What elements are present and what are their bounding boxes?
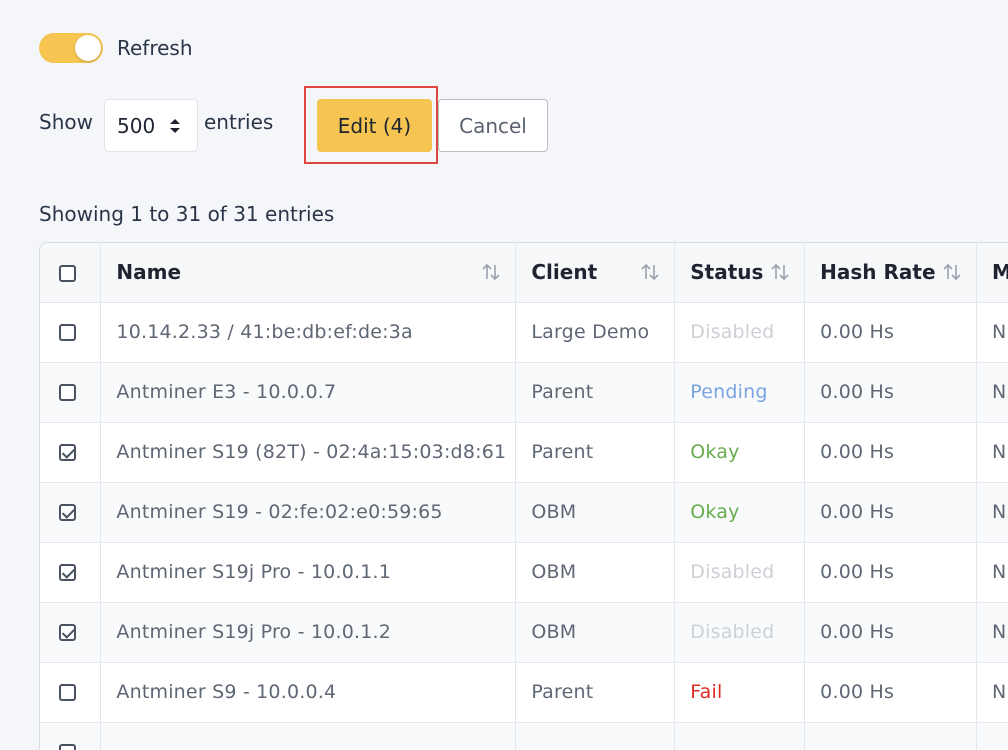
cell-status: [674, 722, 806, 750]
row-select-cell: [40, 662, 102, 723]
cell-client: [515, 722, 676, 750]
row-select-cell: [40, 302, 102, 363]
row-checkbox[interactable]: [59, 684, 76, 701]
column-header-client[interactable]: Client: [515, 243, 676, 303]
table-row[interactable]: [40, 722, 1008, 750]
cell-hash-rate: 0.00 Hs: [804, 542, 978, 603]
row-checkbox[interactable]: [59, 324, 76, 341]
cell-client: OBM: [515, 602, 676, 663]
cell-name: Antminer S19j Pro - 10.0.1.1: [100, 542, 517, 603]
sort-icon: [641, 263, 659, 281]
row-checkbox[interactable]: [59, 504, 76, 521]
column-header-name[interactable]: Name: [100, 243, 517, 303]
cell-client: Parent: [515, 662, 676, 723]
row-select-cell: [40, 542, 102, 603]
cell-hash-rate: 0.00 Hs: [804, 662, 978, 723]
table-body: 10.14.2.33 / 41:be:db:ef:de:3a Large Dem…: [40, 302, 1008, 750]
table-row[interactable]: Antminer S19 - 02:fe:02:e0:59:65 OBM Oka…: [40, 482, 1008, 543]
table-row[interactable]: Antminer S19j Pro - 10.0.1.1 OBM Disable…: [40, 542, 1008, 603]
cell-name: Antminer S9 - 10.0.0.4: [100, 662, 517, 723]
sort-icon: [482, 263, 500, 281]
row-select-cell: [40, 722, 102, 750]
cell-name: 10.14.2.33 / 41:be:db:ef:de:3a: [100, 302, 517, 363]
entries-per-page-select[interactable]: 500: [104, 99, 198, 152]
cell-name: [100, 722, 517, 750]
column-header-label: Hash Rate: [820, 260, 936, 285]
column-header-extra[interactable]: M: [976, 243, 1008, 303]
cell-extra: N: [976, 662, 1008, 723]
column-header-label: M: [992, 260, 1008, 284]
cell-extra: N: [976, 482, 1008, 543]
cell-extra: N: [976, 302, 1008, 363]
column-header-status[interactable]: Status: [674, 243, 806, 303]
row-checkbox[interactable]: [59, 744, 76, 750]
cell-extra: N: [976, 362, 1008, 423]
select-arrows-icon: [170, 119, 180, 133]
row-checkbox[interactable]: [59, 384, 76, 401]
cancel-button[interactable]: Cancel: [438, 99, 548, 152]
cell-extra: N: [976, 422, 1008, 483]
row-select-cell: [40, 422, 102, 483]
row-checkbox[interactable]: [59, 444, 76, 461]
edit-button[interactable]: Edit (4): [317, 99, 432, 152]
table-info: Showing 1 to 31 of 31 entries: [39, 202, 335, 226]
table-row[interactable]: Antminer E3 - 10.0.0.7 Parent Pending 0.…: [40, 362, 1008, 423]
devices-table: Name Client Status Hash Rate 10.14.2.33 …: [40, 243, 1008, 750]
row-select-cell: [40, 602, 102, 663]
row-select-cell: [40, 482, 102, 543]
cell-status: Pending: [674, 362, 806, 423]
cell-status: Okay: [674, 422, 806, 483]
cell-status: Disabled: [674, 542, 806, 603]
table-row[interactable]: Antminer S19 (82T) - 02:4a:15:03:d8:61 P…: [40, 422, 1008, 483]
cell-client: Large Demo: [515, 302, 676, 363]
entries-select-value: 500: [117, 113, 156, 138]
select-all-checkbox[interactable]: [59, 265, 76, 283]
row-select-cell: [40, 362, 102, 423]
show-label: Show: [39, 110, 93, 134]
page: Refresh Show 500 entries Edit (4) Cancel…: [0, 0, 1008, 750]
cell-status: Fail: [674, 662, 806, 723]
cell-client: OBM: [515, 542, 676, 603]
entries-label: entries: [204, 110, 274, 134]
cell-status: Disabled: [674, 602, 806, 663]
cell-hash-rate: 0.00 Hs: [804, 482, 978, 543]
cell-status: Okay: [674, 482, 806, 543]
cell-name: Antminer S19j Pro - 10.0.1.2: [100, 602, 517, 663]
cell-extra: N: [976, 542, 1008, 603]
cell-hash-rate: [804, 722, 978, 750]
cell-extra: N: [976, 602, 1008, 663]
cell-extra: [976, 722, 1008, 750]
refresh-toggle[interactable]: [39, 33, 103, 63]
table-row[interactable]: 10.14.2.33 / 41:be:db:ef:de:3a Large Dem…: [40, 302, 1008, 363]
cell-hash-rate: 0.00 Hs: [804, 302, 978, 363]
table-header-row: Name Client Status Hash Rate: [40, 243, 1008, 303]
table-row[interactable]: Antminer S19j Pro - 10.0.1.2 OBM Disable…: [40, 602, 1008, 663]
column-header-hash-rate[interactable]: Hash Rate: [804, 243, 978, 303]
cell-hash-rate: 0.00 Hs: [804, 362, 978, 423]
cell-client: Parent: [515, 362, 676, 423]
sort-icon: [771, 263, 789, 281]
cell-name: Antminer S19 (82T) - 02:4a:15:03:d8:61: [100, 422, 517, 483]
sort-icon: [943, 263, 961, 281]
cell-hash-rate: 0.00 Hs: [804, 422, 978, 483]
row-checkbox[interactable]: [59, 624, 76, 641]
column-header-label: Status: [690, 260, 764, 285]
cell-name: Antminer S19 - 02:fe:02:e0:59:65: [100, 482, 517, 543]
column-header-label: Client: [531, 260, 598, 285]
refresh-toggle-row: Refresh: [39, 33, 193, 63]
refresh-label: Refresh: [117, 36, 193, 60]
select-all-cell: [40, 243, 102, 303]
cell-client: Parent: [515, 422, 676, 483]
cell-client: OBM: [515, 482, 676, 543]
cell-name: Antminer E3 - 10.0.0.7: [100, 362, 517, 423]
row-checkbox[interactable]: [59, 564, 76, 581]
cell-hash-rate: 0.00 Hs: [804, 602, 978, 663]
table-row[interactable]: Antminer S9 - 10.0.0.4 Parent Fail 0.00 …: [40, 662, 1008, 723]
toggle-knob: [75, 35, 101, 61]
cell-status: Disabled: [674, 302, 806, 363]
devices-table-container: Name Client Status Hash Rate 10.14.2.33 …: [39, 242, 1008, 750]
column-header-label: Name: [116, 260, 182, 285]
